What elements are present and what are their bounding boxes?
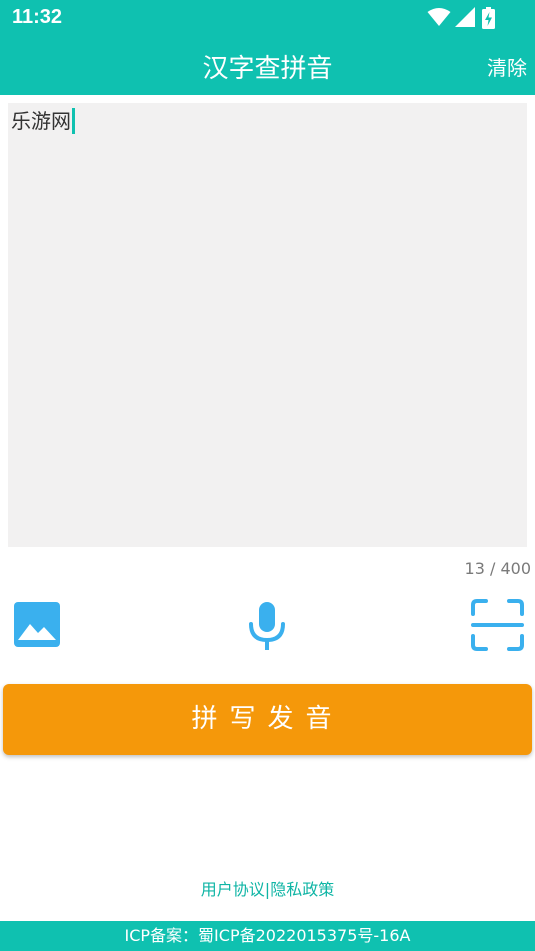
- status-time: 11:32: [12, 6, 63, 28]
- input-value-row: 乐游网: [11, 108, 75, 134]
- app-bar: 汉字查拼音 清除: [0, 36, 535, 95]
- legal-links: 用户协议|隐私政策: [0, 876, 535, 900]
- text-caret: [72, 108, 75, 134]
- status-bar: 11:32: [0, 0, 535, 36]
- battery-charging-icon: [482, 7, 495, 29]
- image-button[interactable]: [14, 602, 60, 647]
- user-agreement-link[interactable]: 用户协议: [201, 880, 265, 899]
- app-title: 汉字查拼音: [202, 54, 333, 84]
- char-counter: 13 / 400: [464, 559, 531, 578]
- scan-button[interactable]: [471, 599, 524, 651]
- clear-button[interactable]: 清除: [487, 52, 527, 81]
- icp-text: ICP备案：蜀ICP备2022015375号-16A: [124, 926, 411, 945]
- signal-icon: [455, 7, 475, 27]
- image-icon: [14, 602, 60, 647]
- privacy-policy-link[interactable]: 隐私政策: [270, 880, 334, 899]
- input-value: 乐游网: [11, 109, 71, 133]
- wifi-icon: [427, 8, 451, 26]
- voice-input-button[interactable]: [248, 602, 286, 650]
- icp-footer: ICP备案：蜀ICP备2022015375号-16A: [0, 921, 535, 951]
- scan-icon: [471, 599, 524, 651]
- microphone-icon: [249, 602, 285, 650]
- spell-pronounce-button[interactable]: 拼写发音: [3, 684, 532, 755]
- chinese-text-input[interactable]: 乐游网: [8, 103, 527, 547]
